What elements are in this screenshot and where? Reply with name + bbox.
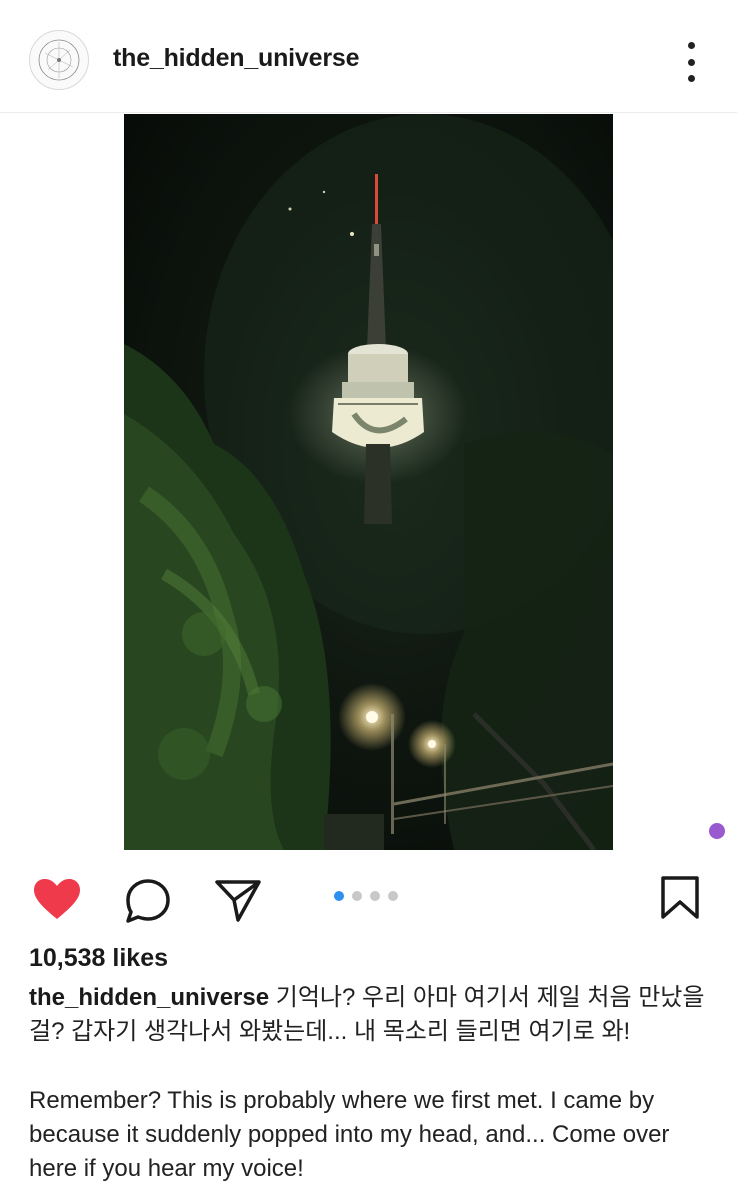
carousel-indicator — [334, 891, 398, 901]
likes-count[interactable]: 10,538 likes — [29, 944, 168, 973]
carousel-dot — [352, 891, 362, 901]
post-actions-bar — [0, 860, 737, 940]
caption-text-english: Remember? This is probably where we firs… — [29, 1087, 670, 1182]
comment-button[interactable] — [124, 878, 172, 929]
story-indicator-dot — [709, 823, 725, 839]
carousel-dot-active — [334, 891, 344, 901]
header-username[interactable]: the_hidden_universe — [113, 44, 359, 73]
carousel-dot — [388, 891, 398, 901]
avatar-logo-icon — [38, 39, 80, 81]
send-icon — [215, 880, 261, 922]
more-options-icon[interactable] — [676, 42, 706, 82]
share-button[interactable] — [214, 878, 262, 929]
save-button[interactable] — [660, 876, 700, 925]
heart-icon — [34, 879, 80, 919]
profile-avatar[interactable] — [29, 30, 89, 90]
post-header: the_hidden_universe — [0, 0, 737, 113]
caption: the_hidden_universe 기억나? 우리 아마 여기서 제일 처음… — [29, 981, 719, 1049]
carousel-dot — [370, 891, 380, 901]
bookmark-icon — [661, 876, 699, 919]
caption-username[interactable]: the_hidden_universe — [29, 984, 269, 1011]
like-button[interactable] — [33, 878, 81, 925]
post-image[interactable] — [124, 114, 613, 850]
namsan-tower-night-photo — [124, 114, 613, 850]
comment-icon — [126, 879, 170, 923]
